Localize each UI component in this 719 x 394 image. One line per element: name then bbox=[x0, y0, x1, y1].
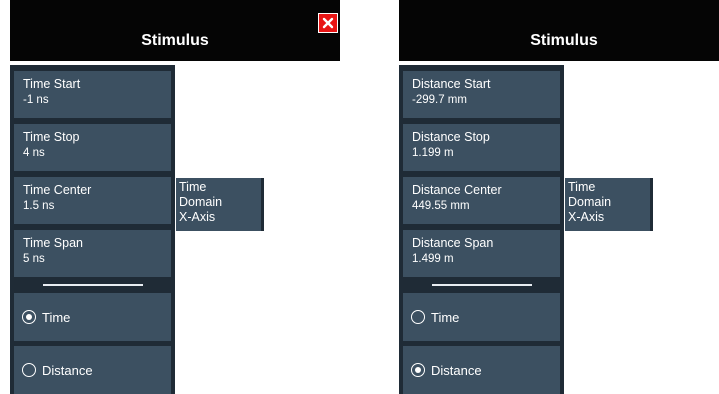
softkey-value: -1 ns bbox=[23, 94, 49, 106]
softkey-value: 4 ns bbox=[23, 147, 45, 159]
distance-stop-softkey[interactable]: Distance Stop 1.199 m bbox=[403, 124, 560, 171]
tab-label-line: Domain bbox=[179, 195, 223, 209]
time-domain-x-axis-tab[interactable]: Time Domain X-Axis bbox=[565, 178, 653, 231]
softkey-bar: Distance Start -299.7 mm Distance Stop 1… bbox=[399, 65, 564, 394]
time-span-softkey[interactable]: Time Span 5 ns bbox=[14, 230, 171, 277]
close-icon bbox=[322, 17, 334, 29]
dialog-title: Stimulus bbox=[530, 32, 598, 49]
separator bbox=[43, 284, 143, 286]
radio-unselected-icon bbox=[22, 363, 36, 377]
softkey-label: Distance Start bbox=[412, 77, 491, 91]
softkey-value: 5 ns bbox=[23, 253, 45, 265]
distance-radio[interactable]: Distance bbox=[14, 346, 171, 394]
radio-label: Time bbox=[431, 309, 460, 325]
time-radio[interactable]: Time bbox=[403, 293, 560, 341]
close-button[interactable] bbox=[318, 13, 338, 33]
softkey-label: Time Start bbox=[23, 77, 81, 91]
tab-label-line: X-Axis bbox=[568, 210, 605, 224]
tab-label-line: Time bbox=[179, 180, 207, 194]
dialog-header: Stimulus bbox=[399, 0, 719, 61]
softkey-value: -299.7 mm bbox=[412, 94, 467, 106]
time-stop-softkey[interactable]: Time Stop 4 ns bbox=[14, 124, 171, 171]
separator bbox=[432, 284, 532, 286]
softkey-bar: Time Start -1 ns Time Stop 4 ns Time Cen… bbox=[10, 65, 175, 394]
softkey-label: Time Stop bbox=[23, 130, 80, 144]
time-start-softkey[interactable]: Time Start -1 ns bbox=[14, 71, 171, 118]
time-radio[interactable]: Time bbox=[14, 293, 171, 341]
softkey-value: 1.199 m bbox=[412, 147, 454, 159]
softkey-value: 449.55 mm bbox=[412, 200, 470, 212]
radio-label: Distance bbox=[42, 362, 93, 378]
tab-label-line: Time bbox=[568, 180, 596, 194]
dialog-header: Stimulus bbox=[10, 0, 340, 61]
softkey-label: Distance Span bbox=[412, 236, 494, 250]
softkey-label: Distance Stop bbox=[412, 130, 490, 144]
dialog-title: Stimulus bbox=[141, 32, 209, 49]
radio-selected-icon bbox=[411, 363, 425, 377]
time-domain-x-axis-tab[interactable]: Time Domain X-Axis bbox=[176, 178, 264, 231]
time-center-softkey[interactable]: Time Center 1.5 ns bbox=[14, 177, 171, 224]
softkey-value: 1.5 ns bbox=[23, 200, 55, 212]
distance-center-softkey[interactable]: Distance Center 449.55 mm bbox=[403, 177, 560, 224]
softkey-label: Distance Center bbox=[412, 183, 502, 197]
softkey-label: Time Span bbox=[23, 236, 83, 250]
distance-span-softkey[interactable]: Distance Span 1.499 m bbox=[403, 230, 560, 277]
stimulus-dialog-distance: Stimulus Distance Start -299.7 mm Distan… bbox=[399, 0, 719, 394]
tab-label-line: Domain bbox=[568, 195, 612, 209]
tab-label-line: X-Axis bbox=[179, 210, 216, 224]
stimulus-dialog-time: Stimulus Time Start -1 ns Time Stop 4 ns… bbox=[10, 0, 340, 394]
radio-unselected-icon bbox=[411, 310, 425, 324]
radio-label: Distance bbox=[431, 362, 482, 378]
radio-selected-icon bbox=[22, 310, 36, 324]
distance-radio[interactable]: Distance bbox=[403, 346, 560, 394]
softkey-label: Time Center bbox=[23, 183, 92, 197]
distance-start-softkey[interactable]: Distance Start -299.7 mm bbox=[403, 71, 560, 118]
softkey-value: 1.499 m bbox=[412, 253, 454, 265]
radio-label: Time bbox=[42, 309, 71, 325]
